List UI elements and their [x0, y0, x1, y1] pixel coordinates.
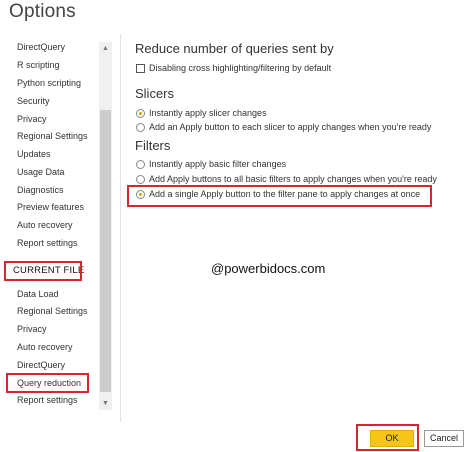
filter-single-apply-option[interactable]: Add a single Apply button to the filter … [136, 189, 420, 199]
panel-divider [120, 34, 121, 422]
radio-selected-icon[interactable] [136, 108, 145, 118]
radio-icon[interactable] [136, 174, 145, 184]
filter-instant-option[interactable]: Instantly apply basic filter changes [136, 159, 286, 169]
sidebar-item-preview-features[interactable]: Preview features [17, 202, 84, 212]
radio-selected-icon[interactable] [136, 189, 145, 199]
scrollbar-thumb[interactable] [100, 110, 111, 392]
slicer-apply-button-label: Add an Apply button to each slicer to ap… [149, 122, 432, 132]
slicer-apply-button-option[interactable]: Add an Apply button to each slicer to ap… [136, 122, 431, 132]
sidebar-item-python-scripting[interactable]: Python scripting [17, 78, 81, 88]
radio-icon[interactable] [136, 159, 145, 169]
disable-cross-highlight-label: Disabling cross highlighting/filtering b… [149, 63, 332, 73]
sidebar-item-diagnostics[interactable]: Diagnostics [17, 185, 64, 195]
slicers-title: Slicers [135, 86, 175, 101]
sidebar-item-auto-recovery[interactable]: Auto recovery [17, 220, 73, 230]
cancel-button[interactable]: Cancel [424, 430, 464, 447]
current-file-heading: CURRENT FILE [13, 265, 85, 276]
watermark-text: @powerbidocs.com [211, 261, 326, 276]
filters-title: Filters [135, 138, 171, 153]
sidebar-item-report-settings[interactable]: Report settings [17, 238, 78, 248]
sidebar-item-r-scripting[interactable]: R scripting [17, 60, 60, 70]
sidebar-item-privacy[interactable]: Privacy [17, 114, 47, 124]
sidebar-item-directquery[interactable]: DirectQuery [17, 42, 65, 52]
filter-single-apply-label: Add a single Apply button to the filter … [149, 189, 421, 199]
ok-button[interactable]: OK [370, 430, 414, 447]
sidebar-item-file-auto-recovery[interactable]: Auto recovery [17, 342, 73, 352]
sidebar-item-usage-data[interactable]: Usage Data [17, 167, 65, 177]
window-title: Options [9, 1, 76, 22]
sidebar-item-file-regional-settings[interactable]: Regional Settings [17, 306, 88, 316]
checkbox-icon[interactable] [136, 63, 145, 73]
slicer-instant-option[interactable]: Instantly apply slicer changes [136, 108, 267, 118]
sidebar-item-file-privacy[interactable]: Privacy [17, 324, 47, 334]
sidebar-item-security[interactable]: Security [17, 96, 50, 106]
disable-cross-highlight-option[interactable]: Disabling cross highlighting/filtering b… [136, 63, 331, 73]
radio-icon[interactable] [136, 122, 145, 132]
scroll-down-icon[interactable]: ▼ [99, 397, 112, 410]
filter-apply-buttons-label: Add Apply buttons to all basic filters t… [149, 174, 437, 184]
sidebar-item-updates[interactable]: Updates [17, 149, 51, 159]
sidebar-item-file-directquery[interactable]: DirectQuery [17, 360, 65, 370]
sidebar-item-query-reduction[interactable]: Query reduction [17, 378, 81, 388]
reduce-queries-title: Reduce number of queries sent by [135, 41, 334, 56]
sidebar-item-regional-settings[interactable]: Regional Settings [17, 131, 88, 141]
sidebar-scrollbar[interactable]: ▲ ▼ [99, 42, 112, 410]
sidebar-item-data-load[interactable]: Data Load [17, 289, 59, 299]
filter-instant-label: Instantly apply basic filter changes [149, 159, 287, 169]
scroll-up-icon[interactable]: ▲ [99, 42, 112, 55]
slicer-instant-label: Instantly apply slicer changes [149, 108, 267, 118]
filter-apply-buttons-option[interactable]: Add Apply buttons to all basic filters t… [136, 174, 437, 184]
sidebar-item-file-report-settings[interactable]: Report settings [17, 395, 78, 405]
